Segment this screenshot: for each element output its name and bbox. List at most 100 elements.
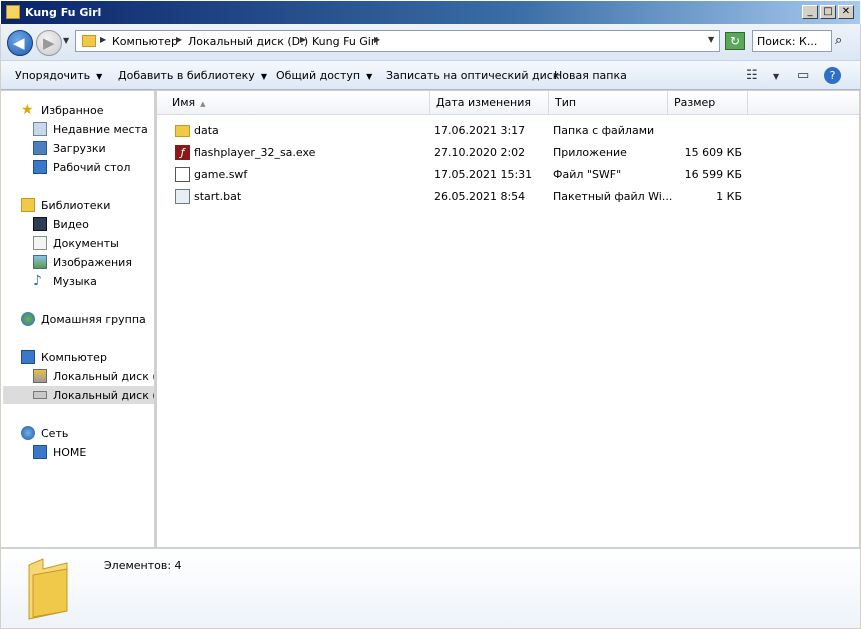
file-type: Пакетный файл Wi... — [553, 190, 673, 203]
computer-icon — [21, 350, 35, 364]
disk-icon — [33, 391, 47, 399]
sort-ascending-icon: ▲ — [200, 100, 206, 108]
minimize-button[interactable]: _ — [802, 5, 818, 19]
window-title: Kung Fu Girl — [25, 6, 102, 19]
file-type: Папка с файлами — [553, 124, 655, 137]
file-size: 15 609 КБ — [684, 146, 742, 159]
file-name: game.swf — [194, 168, 248, 181]
chevron-down-icon: ▼ — [366, 72, 373, 81]
nav-favorites[interactable]: ★ Избранное — [21, 101, 103, 119]
file-size: 1 КБ — [716, 190, 742, 203]
downloads-icon — [33, 141, 47, 155]
libraries-icon — [21, 198, 35, 212]
nav-disk-c[interactable]: Локальный диск (C: — [33, 367, 154, 385]
add-to-library-button[interactable]: Добавить в библиотеку ▼ — [118, 69, 267, 82]
nav-favorites-label: Избранное — [41, 103, 104, 117]
nav-video-label: Видео — [53, 217, 89, 231]
add-to-library-label: Добавить в библиотеку — [118, 69, 255, 82]
file-type: Приложение — [553, 146, 627, 159]
nav-disk-d[interactable]: Локальный диск (D: — [3, 386, 154, 404]
file-size: 16 599 КБ — [684, 168, 742, 181]
chevron-down-icon: ▼ — [96, 72, 103, 81]
table-row[interactable]: game.swf 17.05.2021 15:31 Файл "SWF" 16 … — [157, 165, 859, 185]
close-button[interactable]: ✕ — [838, 5, 854, 19]
table-row[interactable]: data 17.06.2021 3:17 Папка с файлами — [157, 121, 859, 141]
column-header-modified[interactable]: Дата изменения — [430, 91, 549, 115]
chevron-right-icon[interactable]: ▶ — [300, 35, 306, 44]
item-count: Элементов: 4 — [104, 559, 182, 572]
address-dropdown-icon[interactable]: ▼ — [708, 35, 714, 44]
back-button[interactable]: ◀ — [7, 30, 33, 56]
chevron-right-icon[interactable]: ▶ — [374, 35, 380, 44]
nav-network-label: Сеть — [41, 426, 69, 440]
nav-network[interactable]: Сеть — [21, 424, 68, 442]
flash-icon: ƒ — [175, 145, 190, 160]
navigation-pane: ★ Избранное Недавние места Загрузки Рабоч… — [1, 91, 155, 547]
network-computer-icon — [33, 445, 47, 459]
column-header-name[interactable]: Имя ▲ — [157, 91, 430, 115]
video-icon — [33, 217, 47, 231]
breadcrumb-current-folder[interactable]: Kung Fu Girl — [312, 35, 378, 48]
breadcrumb-computer[interactable]: Компьютер — [112, 35, 178, 48]
file-name: data — [194, 124, 219, 137]
details-pane: Элементов: 4 — [1, 548, 860, 628]
nav-computer[interactable]: Компьютер — [21, 348, 107, 366]
nav-libraries[interactable]: Библиотеки — [21, 196, 110, 214]
table-row[interactable]: start.bat 26.05.2021 8:54 Пакетный файл … — [157, 187, 859, 207]
address-bar[interactable]: ▶ Компьютер ▶ Локальный диск (D:) ▶ Kung… — [75, 30, 720, 52]
view-options-icon[interactable]: ☷ — [746, 68, 758, 83]
search-icon[interactable]: ⌕ — [835, 33, 842, 48]
nav-homegroup-label: Домашняя группа — [41, 312, 146, 326]
maximize-button[interactable]: □ — [820, 5, 836, 19]
nav-desktop[interactable]: Рабочий стол — [33, 158, 130, 176]
folder-icon — [6, 5, 20, 19]
refresh-icon: ↻ — [729, 34, 741, 48]
nav-images-label: Изображения — [53, 255, 132, 269]
folder-icon — [175, 125, 190, 137]
nav-downloads[interactable]: Загрузки — [33, 139, 106, 157]
nav-music[interactable]: ♪ Музыка — [33, 272, 97, 290]
nav-recent[interactable]: Недавние места — [33, 120, 148, 138]
nav-libraries-label: Библиотеки — [41, 198, 111, 212]
nav-home[interactable]: HOME — [33, 443, 86, 461]
nav-disk-d-label: Локальный диск (D: — [53, 388, 154, 402]
images-icon — [33, 255, 47, 269]
nav-video[interactable]: Видео — [33, 215, 89, 233]
nav-music-label: Музыка — [53, 274, 97, 288]
share-button[interactable]: Общий доступ ▼ — [276, 69, 372, 82]
column-header-size[interactable]: Размер — [668, 91, 748, 115]
file-modified: 26.05.2021 8:54 — [434, 190, 526, 203]
file-modified: 27.10.2020 2:02 — [434, 146, 526, 159]
file-modified: 17.06.2021 3:17 — [434, 124, 526, 137]
burn-button[interactable]: Записать на оптический диск — [386, 69, 559, 82]
nav-documents[interactable]: Документы — [33, 234, 119, 252]
forward-button[interactable]: ▶ — [36, 30, 62, 56]
share-label: Общий доступ — [276, 69, 361, 82]
refresh-button[interactable]: ↻ — [725, 32, 745, 50]
file-type: Файл "SWF" — [553, 168, 622, 181]
nav-images[interactable]: Изображения — [33, 253, 132, 271]
nav-documents-label: Документы — [53, 236, 119, 250]
help-icon[interactable]: ? — [824, 67, 841, 84]
breadcrumb-disk-d[interactable]: Локальный диск (D:) — [188, 35, 308, 48]
preview-pane-icon[interactable]: ▭ — [797, 68, 809, 83]
documents-icon — [33, 236, 47, 250]
history-dropdown-icon[interactable]: ▼ — [63, 36, 69, 45]
nav-homegroup[interactable]: Домашняя группа — [21, 310, 146, 328]
file-name: start.bat — [194, 190, 242, 203]
recent-places-icon — [33, 122, 47, 136]
table-row[interactable]: ƒ flashplayer_32_sa.exe 27.10.2020 2:02 … — [157, 143, 859, 163]
folder-icon — [28, 558, 68, 620]
chevron-down-icon[interactable]: ▼ — [773, 72, 779, 81]
nav-disk-c-label: Локальный диск (C: — [53, 369, 154, 383]
chevron-right-icon[interactable]: ▶ — [100, 35, 106, 44]
file-name: flashplayer_32_sa.exe — [194, 146, 316, 159]
chevron-right-icon[interactable]: ▶ — [176, 35, 182, 44]
star-icon: ★ — [21, 102, 34, 118]
new-folder-button[interactable]: Новая папка — [554, 69, 627, 82]
column-header-type[interactable]: Тип — [549, 91, 668, 115]
organize-button[interactable]: Упорядочить ▼ — [15, 69, 102, 82]
title-bar[interactable]: Kung Fu Girl _ □ ✕ — [0, 0, 861, 24]
nav-desktop-label: Рабочий стол — [53, 160, 131, 174]
search-input[interactable]: Поиск: К... — [752, 30, 832, 52]
